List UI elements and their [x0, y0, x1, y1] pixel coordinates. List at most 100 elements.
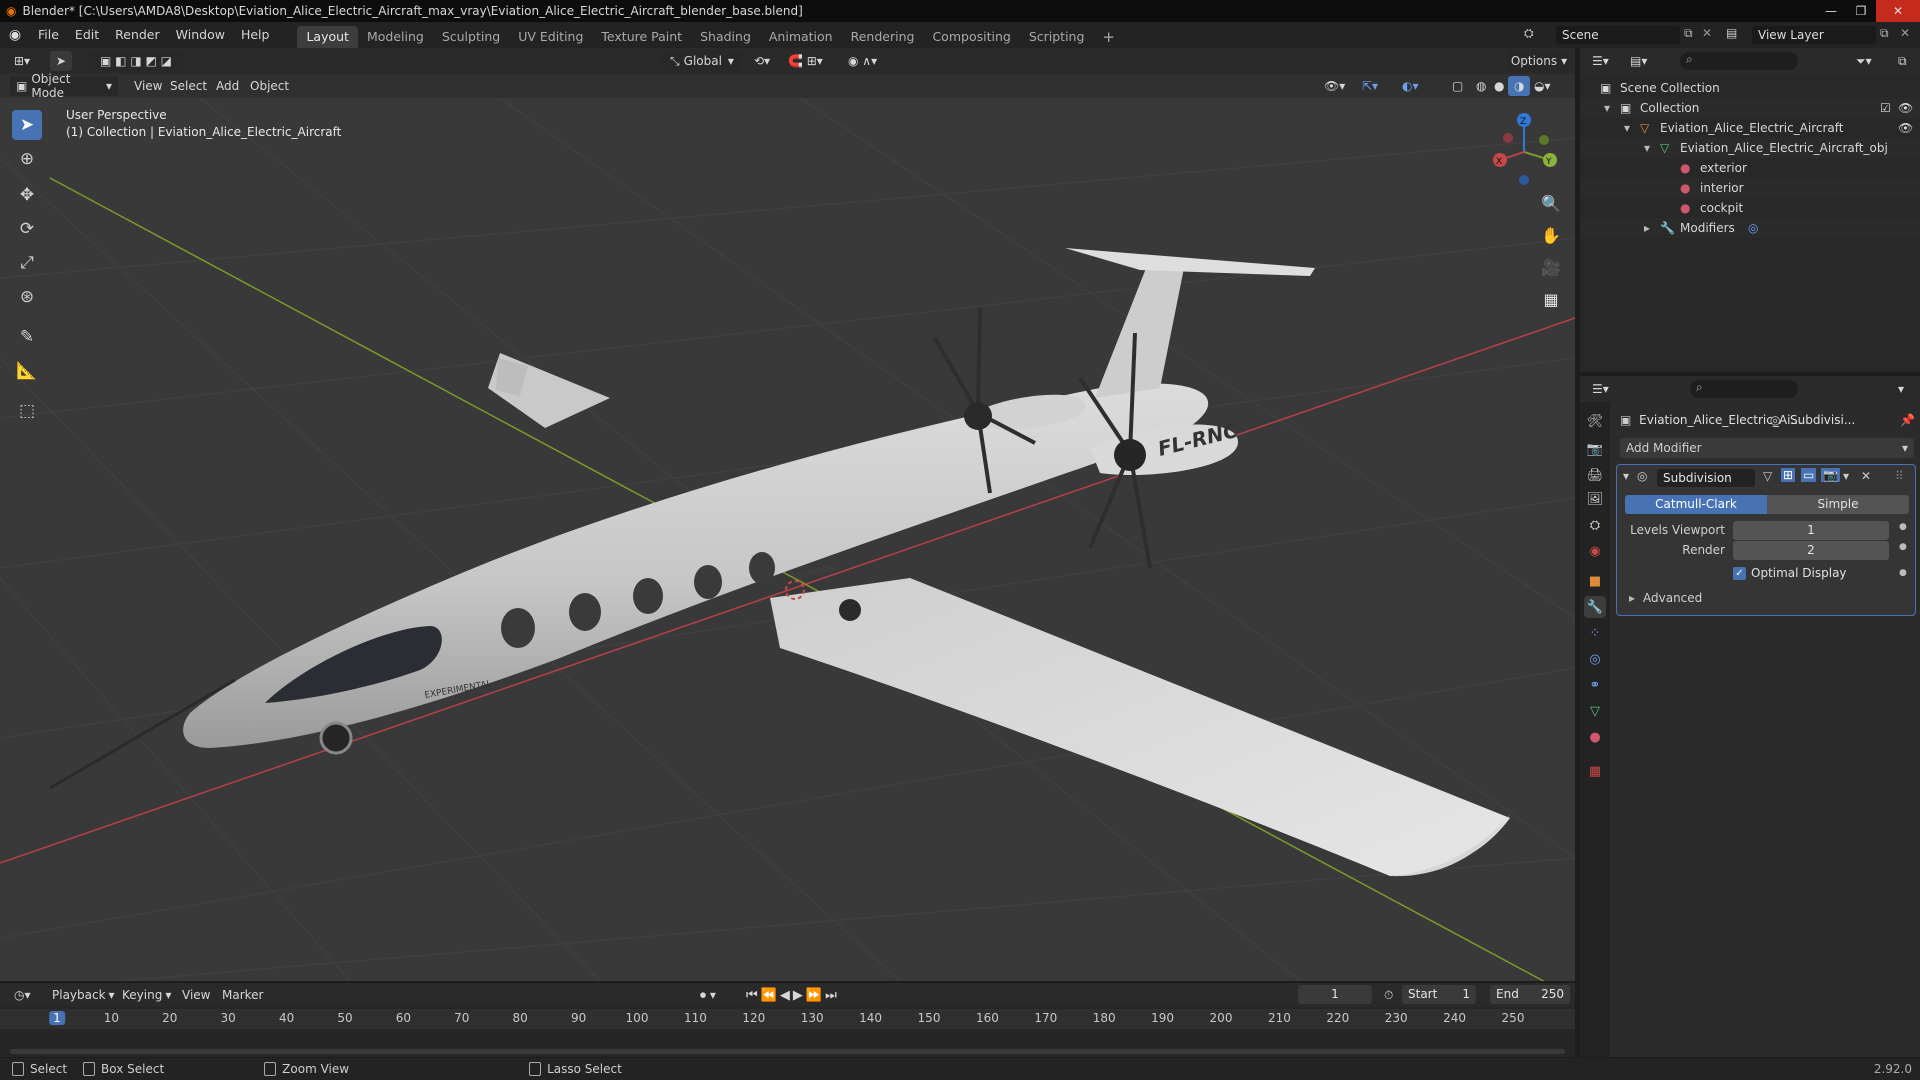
- 3d-viewport[interactable]: ⊞▾ ➤ ▣ ◧ ◨ ◩ ◪ ⤡ Global ▾ ⟲▾ 🧲 ⊞▾ ◉ ∧▾ O…: [0, 48, 1575, 981]
- modifier-name-input[interactable]: Subdivision: [1657, 469, 1755, 487]
- scene-tab-icon[interactable]: ⛭: [1584, 514, 1606, 536]
- rendered-shading-icon[interactable]: ◒▾: [1528, 76, 1557, 96]
- chevron-down-icon[interactable]: ▾: [1843, 469, 1849, 483]
- texture-tab-icon[interactable]: ▦: [1584, 760, 1606, 782]
- outliner-row[interactable]: ▾ ▽ Eviation_Alice_Electric_Aircraft_obj: [1580, 138, 1920, 158]
- physics-tab-icon[interactable]: ◎: [1584, 648, 1606, 670]
- playback-controls[interactable]: ⏮⏪◀▶⏩⏭: [740, 985, 846, 1005]
- outliner-row[interactable]: ● interior: [1580, 178, 1920, 198]
- output-tab-icon[interactable]: 🖨: [1584, 464, 1606, 486]
- overlays-icon[interactable]: ◐▾: [1396, 76, 1425, 96]
- outliner-row[interactable]: ● exterior: [1580, 158, 1920, 178]
- add-modifier-dropdown[interactable]: Add Modifier ▾: [1620, 438, 1914, 458]
- add-workspace-icon[interactable]: +: [1093, 26, 1124, 48]
- catmull-clark-button[interactable]: Catmull-Clark: [1625, 495, 1767, 514]
- tab-sculpting[interactable]: Sculpting: [433, 26, 509, 48]
- render-tab-icon[interactable]: 📷: [1584, 438, 1606, 460]
- select-tool-icon[interactable]: ➤: [50, 51, 72, 71]
- data-tab-icon[interactable]: ▽: [1584, 700, 1606, 722]
- aircraft-model[interactable]: FL-RNC EVIATION EXPERIMENTAL: [49, 248, 1515, 877]
- menu-help[interactable]: Help: [233, 22, 278, 48]
- menu-view[interactable]: View: [128, 76, 168, 96]
- ortho-toggle-icon[interactable]: ▦: [1538, 286, 1564, 312]
- menu-keying[interactable]: Keying ▾: [116, 985, 177, 1005]
- modifier-tab-icon[interactable]: 🔧: [1584, 596, 1606, 618]
- keyframe-dot-icon[interactable]: ●: [1899, 568, 1907, 578]
- menu-add[interactable]: Add: [210, 76, 245, 96]
- chevron-right-icon[interactable]: ▸: [1629, 591, 1635, 605]
- remove-scene-icon[interactable]: ✕: [1702, 26, 1712, 40]
- maximize-icon[interactable]: ❐: [1846, 0, 1876, 22]
- view-layer-tab-icon[interactable]: 🖼: [1584, 488, 1606, 510]
- particles-tab-icon[interactable]: ⁘: [1584, 622, 1606, 644]
- tab-texture-paint[interactable]: Texture Paint: [592, 26, 691, 48]
- proportional-edit-icon[interactable]: ◉ ∧▾: [842, 51, 883, 71]
- navigation-gizmo[interactable]: Z Y X: [1484, 110, 1564, 190]
- start-frame-field[interactable]: Start 1: [1402, 985, 1476, 1004]
- timeline-ruler[interactable]: 1 10 20 30 40 50 60 70 80 90 100 110 120 130 140 150 160…: [0, 1009, 1575, 1029]
- checkbox-icon[interactable]: ☑: [1880, 98, 1891, 118]
- viewport-toggle-icon[interactable]: ▭: [1801, 468, 1817, 482]
- chevron-down-icon[interactable]: ▾: [1623, 469, 1629, 483]
- world-tab-icon[interactable]: ◉: [1584, 540, 1606, 562]
- properties-editor-icon[interactable]: ☰▾: [1586, 379, 1615, 399]
- new-collection-icon[interactable]: ⧉: [1892, 51, 1913, 71]
- simple-button[interactable]: Simple: [1767, 495, 1909, 514]
- menu-timeline-view[interactable]: View: [176, 985, 216, 1005]
- tab-modeling[interactable]: Modeling: [358, 26, 433, 48]
- transform-orientation-dropdown[interactable]: ⤡ Global ▾: [662, 51, 742, 71]
- menu-object[interactable]: Object: [244, 76, 295, 96]
- xray-icon[interactable]: ▢: [1446, 76, 1469, 96]
- gizmo-toggle-icon[interactable]: ⇱▾: [1356, 76, 1384, 96]
- outliner-row[interactable]: ▣ Scene Collection: [1580, 78, 1920, 98]
- render-levels-field[interactable]: 2: [1733, 541, 1889, 560]
- editor-type-icon[interactable]: ⊞▾: [8, 51, 36, 71]
- cage-toggle-icon[interactable]: ⊞: [1781, 468, 1796, 482]
- render-toggle-icon[interactable]: 📷: [1821, 468, 1840, 482]
- current-frame-field[interactable]: 1: [1298, 985, 1372, 1004]
- measure-tool-icon[interactable]: 📐: [12, 356, 42, 386]
- keyframe-dot-icon[interactable]: ●: [1899, 522, 1907, 532]
- menu-edit[interactable]: Edit: [67, 22, 107, 48]
- close-icon[interactable]: ✕: [1876, 0, 1920, 22]
- scene-selector-icon[interactable]: ⛭: [1524, 26, 1544, 44]
- filter-icon[interactable]: ⏷▾: [1850, 51, 1878, 71]
- advanced-section-label[interactable]: Advanced: [1643, 591, 1702, 605]
- preview-range-icon[interactable]: ⏱: [1378, 985, 1399, 1005]
- scene-name-field[interactable]: Scene: [1556, 26, 1680, 44]
- camera-view-icon[interactable]: 🎥: [1538, 254, 1564, 280]
- keyframe-dot-icon[interactable]: ●: [1899, 542, 1907, 552]
- transform-tool-icon[interactable]: ⊛: [12, 282, 42, 312]
- material-tab-icon[interactable]: ●: [1584, 726, 1606, 748]
- visibility-icon[interactable]: 👁▾: [1318, 76, 1351, 96]
- snap-icon[interactable]: 🧲 ⊞▾: [782, 51, 829, 71]
- new-scene-icon[interactable]: ⧉: [1684, 26, 1693, 41]
- tab-animation[interactable]: Animation: [760, 26, 842, 48]
- tab-compositing[interactable]: Compositing: [923, 26, 1019, 48]
- timeline-editor-icon[interactable]: ◷▾: [8, 985, 37, 1005]
- select-box-tool-icon[interactable]: ➤: [12, 110, 42, 140]
- tab-layout[interactable]: Layout: [297, 26, 358, 48]
- viewport-scene[interactable]: FL-RNC EVIATION EXPERIMENTAL: [0, 98, 1575, 981]
- auto-keying-icon[interactable]: ⏺ ▾: [694, 985, 722, 1005]
- view-layer-icon[interactable]: ▤: [1726, 26, 1737, 40]
- properties-search-input[interactable]: ⌕: [1690, 380, 1798, 398]
- tool-tab-icon[interactable]: 🛠: [1584, 410, 1606, 432]
- new-view-layer-icon[interactable]: ⧉: [1880, 26, 1889, 41]
- remove-view-layer-icon[interactable]: ✕: [1900, 26, 1910, 40]
- outliner-row[interactable]: ▸ 🔧 Modifiers ◎: [1580, 218, 1920, 238]
- end-frame-field[interactable]: End 250: [1490, 985, 1570, 1004]
- edit-mode-toggle-icon[interactable]: ▽: [1763, 469, 1772, 483]
- outliner-search-input[interactable]: ⌕: [1680, 52, 1798, 70]
- tab-scripting[interactable]: Scripting: [1020, 26, 1094, 48]
- minimize-icon[interactable]: —: [1816, 0, 1846, 22]
- view-layer-field[interactable]: View Layer: [1752, 26, 1876, 44]
- drag-handle-icon[interactable]: ⠿: [1895, 469, 1904, 483]
- close-icon[interactable]: ✕: [1861, 469, 1871, 483]
- outliner-row[interactable]: ▾ ▣ Collection ☑ 👁: [1580, 98, 1920, 118]
- eye-icon[interactable]: 👁: [1898, 118, 1913, 138]
- display-mode-icon[interactable]: ▤▾: [1624, 51, 1653, 71]
- playhead-frame[interactable]: 1: [49, 1011, 65, 1025]
- annotate-tool-icon[interactable]: ✎: [12, 322, 42, 352]
- tab-uv-editing[interactable]: UV Editing: [509, 26, 592, 48]
